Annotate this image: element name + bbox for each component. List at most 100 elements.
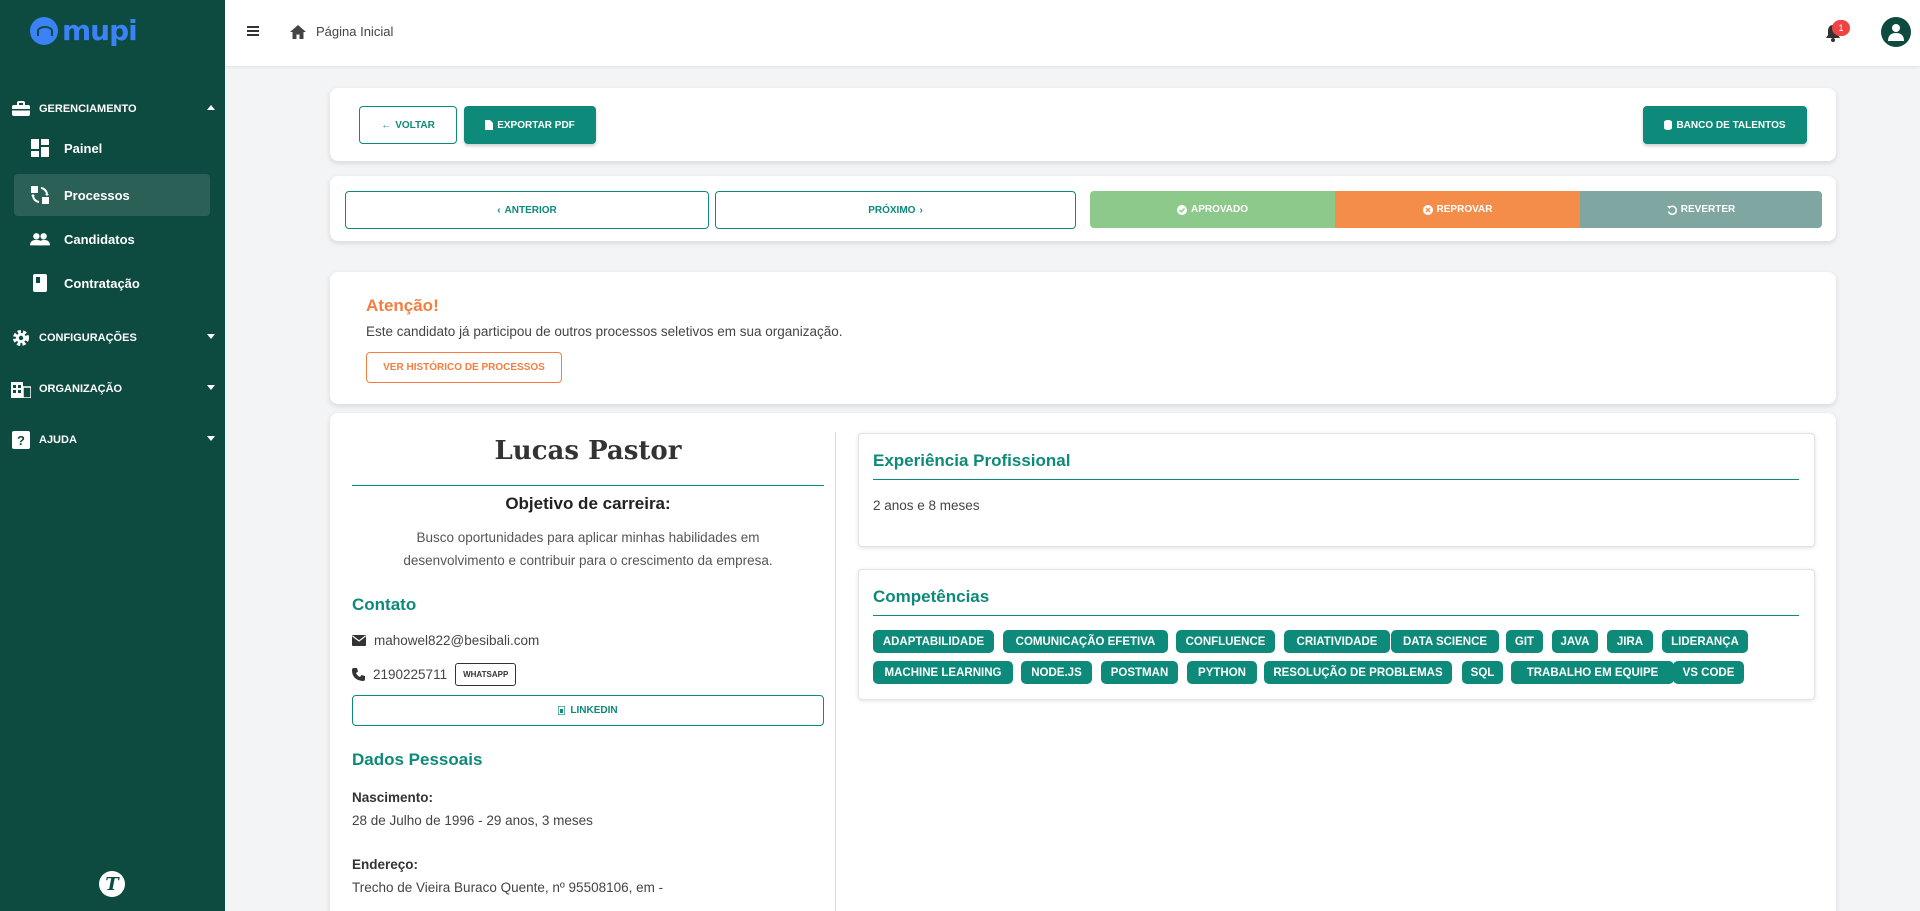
email-value[interactable]: mahowel822@besibali.com: [374, 633, 539, 648]
objective-line-2: desenvolvimento e contribuir para o cres…: [403, 553, 773, 568]
home-icon: [290, 24, 306, 39]
sidebar: mupi GERENCIAMENTO Painel Processos Cand…: [0, 0, 225, 911]
chevron-right-icon: ›: [919, 204, 923, 216]
breadcrumb-label: Página Inicial: [316, 24, 394, 39]
skill-chip: CRIATIVIDADE: [1284, 630, 1390, 653]
user-icon: [1888, 24, 1904, 41]
topbar: Página Inicial 1: [225, 0, 1920, 66]
skill-chip: ADAPTABILIDADE: [873, 630, 994, 653]
sidebar-item-label: Painel: [64, 140, 103, 156]
chevron-left-icon: ‹: [497, 204, 501, 216]
envelope-icon: [352, 635, 366, 646]
sidebar-group-label: AJUDA: [39, 434, 77, 446]
chevron-down-icon: [207, 385, 215, 390]
processes-icon: [30, 185, 50, 205]
database-icon: [1664, 120, 1673, 130]
address-value: Trecho de Vieira Buraco Quente, nº 95508…: [352, 880, 664, 895]
skill-chip: SQL: [1462, 661, 1503, 684]
chevron-down-icon: [207, 436, 215, 441]
notification-badge: 1: [1832, 20, 1850, 36]
skill-chip: MACHINE LEARNING: [873, 661, 1013, 684]
phone-row: 2190225711 WHATSAPP: [352, 663, 517, 686]
experience-divider: [873, 479, 1799, 480]
contact-title: Contato: [352, 595, 417, 614]
menu-icon[interactable]: [247, 26, 259, 36]
next-label: PRÓXIMO: [868, 204, 916, 216]
sidebar-item-processos[interactable]: Processos: [14, 174, 210, 216]
dashboard-icon: [30, 138, 50, 158]
x-circle-icon: [1422, 204, 1433, 215]
chevron-down-icon: [207, 334, 215, 339]
logo-mark-icon: [30, 16, 58, 45]
export-pdf-button[interactable]: EXPORTAR PDF: [464, 106, 596, 144]
approved-button[interactable]: APROVADO: [1090, 191, 1335, 228]
contract-icon: [30, 273, 50, 293]
skill-chip: JAVA: [1552, 630, 1598, 653]
skills-divider: [873, 615, 1799, 616]
birth-value: 28 de Julho de 1996 - 29 anos, 3 meses: [352, 813, 593, 828]
avatar[interactable]: [1881, 17, 1911, 47]
sidebar-item-contratacao[interactable]: Contratação: [14, 262, 210, 304]
check-circle-icon: [1176, 204, 1187, 215]
reject-label: REPROVAR: [1436, 204, 1493, 215]
linkedin-button[interactable]: LINKEDIN: [352, 695, 824, 726]
skill-chip: RESOLUÇÃO DE PROBLEMAS: [1264, 661, 1452, 684]
name-divider: [352, 485, 824, 486]
sidebar-group-label: GERENCIAMENTO: [39, 103, 137, 115]
reject-button[interactable]: REPROVAR: [1335, 191, 1580, 228]
email-row: mahowel822@besibali.com: [352, 633, 539, 648]
skills-title: Competências: [873, 587, 990, 606]
whatsapp-button[interactable]: WHATSAPP: [455, 663, 517, 686]
skill-chip: DATA SCIENCE: [1391, 630, 1499, 653]
people-icon: [30, 229, 50, 249]
experience-title: Experiência Profissional: [873, 451, 1071, 470]
sidebar-item-label: Candidatos: [64, 231, 135, 247]
birth-label: Nascimento:: [352, 790, 434, 805]
column-divider: [835, 432, 836, 911]
breadcrumb[interactable]: Página Inicial: [290, 24, 393, 39]
address-label: Endereço:: [352, 857, 419, 872]
sidebar-group-configuracoes[interactable]: CONFIGURAÇÕES: [0, 323, 225, 353]
skill-chip: VS CODE: [1673, 661, 1744, 684]
alert-title: Atenção!: [366, 296, 439, 315]
undo-icon: [1666, 205, 1677, 215]
sidebar-group-organizacao[interactable]: ORGANIZAÇÃO: [0, 374, 225, 404]
previous-label: ANTERIOR: [504, 204, 557, 216]
logo-text: mupi: [62, 14, 138, 47]
skill-chip: JIRA: [1607, 630, 1653, 653]
skill-chip: COMUNICAÇÃO EFETIVA: [1003, 630, 1168, 653]
arrow-left-icon: ←: [381, 119, 392, 131]
skill-chip: CONFLUENCE: [1176, 630, 1275, 653]
personal-data-title: Dados Pessoais: [352, 750, 483, 769]
back-button[interactable]: ← VOLTAR: [359, 106, 457, 144]
talent-bank-button[interactable]: BANCO DE TALENTOS: [1643, 106, 1807, 144]
process-history-button[interactable]: VER HISTÓRICO DE PROCESSOS: [366, 352, 562, 383]
sidebar-group-ajuda[interactable]: ? AJUDA: [0, 425, 225, 455]
sidebar-item-candidatos[interactable]: Candidatos: [14, 218, 210, 260]
sidebar-group-gerenciamento[interactable]: GERENCIAMENTO: [0, 94, 225, 124]
candidate-name: Lucas Pastor: [494, 436, 682, 466]
footer-logo: T: [99, 871, 125, 897]
sidebar-item-label: Contratação: [64, 275, 140, 291]
sidebar-group-label: ORGANIZAÇÃO: [39, 383, 123, 395]
building-icon: [11, 379, 31, 399]
skill-chip: GIT: [1506, 630, 1543, 653]
app-logo[interactable]: mupi: [30, 14, 138, 47]
linkedin-label: LINKEDIN: [570, 705, 618, 716]
linkedin-icon: [558, 706, 566, 715]
next-button[interactable]: PRÓXIMO ›: [715, 191, 1076, 229]
experience-value: 2 anos e 8 meses: [873, 498, 980, 513]
phone-icon: [352, 668, 365, 681]
sidebar-item-painel[interactable]: Painel: [14, 127, 210, 169]
approved-label: APROVADO: [1190, 204, 1249, 215]
previous-button[interactable]: ‹ ANTERIOR: [345, 191, 709, 229]
talent-bank-label: BANCO DE TALENTOS: [1676, 119, 1786, 131]
skill-chip: LIDERANÇA: [1662, 630, 1748, 653]
export-pdf-label: EXPORTAR PDF: [497, 119, 575, 131]
objective-title: Objetivo de carreira:: [505, 494, 671, 513]
skill-chip: PYTHON: [1187, 661, 1257, 684]
skill-chip: POSTMAN: [1101, 661, 1178, 684]
phone-value: 2190225711: [373, 667, 448, 682]
revert-button[interactable]: REVERTER: [1580, 191, 1822, 228]
file-pdf-icon: [485, 120, 494, 130]
